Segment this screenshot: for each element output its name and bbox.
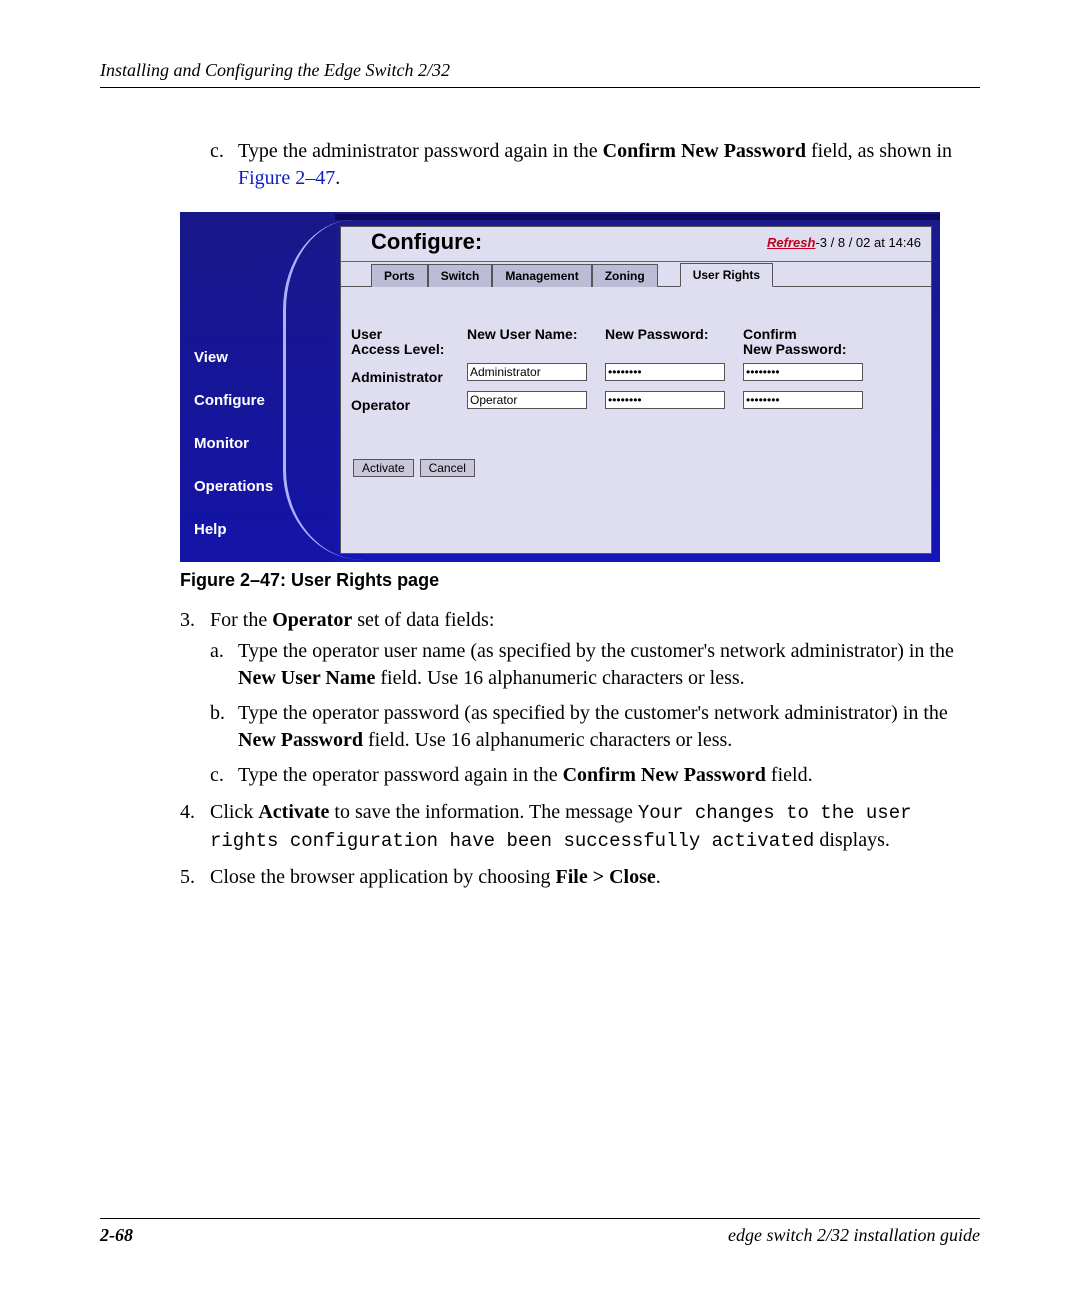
col-header-confirm-password: Confirm New Password:: [743, 327, 873, 363]
step-c-text: Type the administrator password again in…: [238, 138, 980, 192]
sidebar-item-help[interactable]: Help: [194, 521, 273, 538]
row-label-admin: Administrator: [351, 363, 459, 391]
list-marker-5: 5.: [180, 864, 210, 891]
sublist-marker: c.: [210, 138, 238, 192]
confirm-password-operator[interactable]: [743, 391, 863, 409]
col-header-new-user-name: New User Name:: [467, 327, 597, 363]
page-title: Configure:: [371, 229, 482, 255]
step-4-text: Click Activate to save the information. …: [210, 799, 980, 854]
tab-switch[interactable]: Switch: [428, 264, 493, 287]
tab-zoning[interactable]: Zoning: [592, 264, 658, 287]
sidebar-item-view[interactable]: View: [194, 349, 273, 366]
col-header-access-level: User Access Level:: [351, 327, 459, 363]
running-header: Installing and Configuring the Edge Swit…: [100, 60, 980, 88]
footer-book-title: edge switch 2/32 installation guide: [728, 1225, 980, 1246]
step-3-text: For the Operator set of data fields:: [210, 607, 980, 634]
activate-button[interactable]: Activate: [353, 459, 414, 477]
sidebar-item-configure[interactable]: Configure: [194, 392, 273, 409]
screenshot-user-rights: View Configure Monitor Operations Help C…: [180, 212, 940, 562]
figure-ref-link[interactable]: Figure 2–47: [238, 167, 335, 189]
figure-caption: Figure 2–47: User Rights page: [180, 570, 980, 591]
step-3c-text: Type the operator password again in the …: [238, 762, 980, 789]
new-user-name-operator[interactable]: [467, 391, 587, 409]
step-3a-text: Type the operator user name (as specifie…: [238, 638, 980, 692]
sublist-marker: c.: [210, 762, 238, 789]
cancel-button[interactable]: Cancel: [420, 459, 475, 477]
tab-user-rights[interactable]: User Rights: [680, 263, 773, 287]
step-3b-text: Type the operator password (as specified…: [238, 700, 980, 754]
tab-ports[interactable]: Ports: [371, 264, 428, 287]
sidebar-item-operations[interactable]: Operations: [194, 478, 273, 495]
sublist-marker: a.: [210, 638, 238, 692]
col-header-new-password: New Password:: [605, 327, 735, 363]
refresh-link[interactable]: Refresh-3 / 8 / 02 at 14:46: [767, 235, 921, 250]
tab-management[interactable]: Management: [492, 264, 591, 287]
new-password-admin[interactable]: [605, 363, 725, 381]
sublist-marker: b.: [210, 700, 238, 754]
new-user-name-admin[interactable]: [467, 363, 587, 381]
list-marker-4: 4.: [180, 799, 210, 854]
list-marker-3: 3.: [180, 607, 210, 634]
row-label-operator: Operator: [351, 391, 459, 419]
new-password-operator[interactable]: [605, 391, 725, 409]
page-number: 2-68: [100, 1225, 133, 1246]
step-5-text: Close the browser application by choosin…: [210, 864, 980, 891]
confirm-password-admin[interactable]: [743, 363, 863, 381]
sidebar-item-monitor[interactable]: Monitor: [194, 435, 273, 452]
